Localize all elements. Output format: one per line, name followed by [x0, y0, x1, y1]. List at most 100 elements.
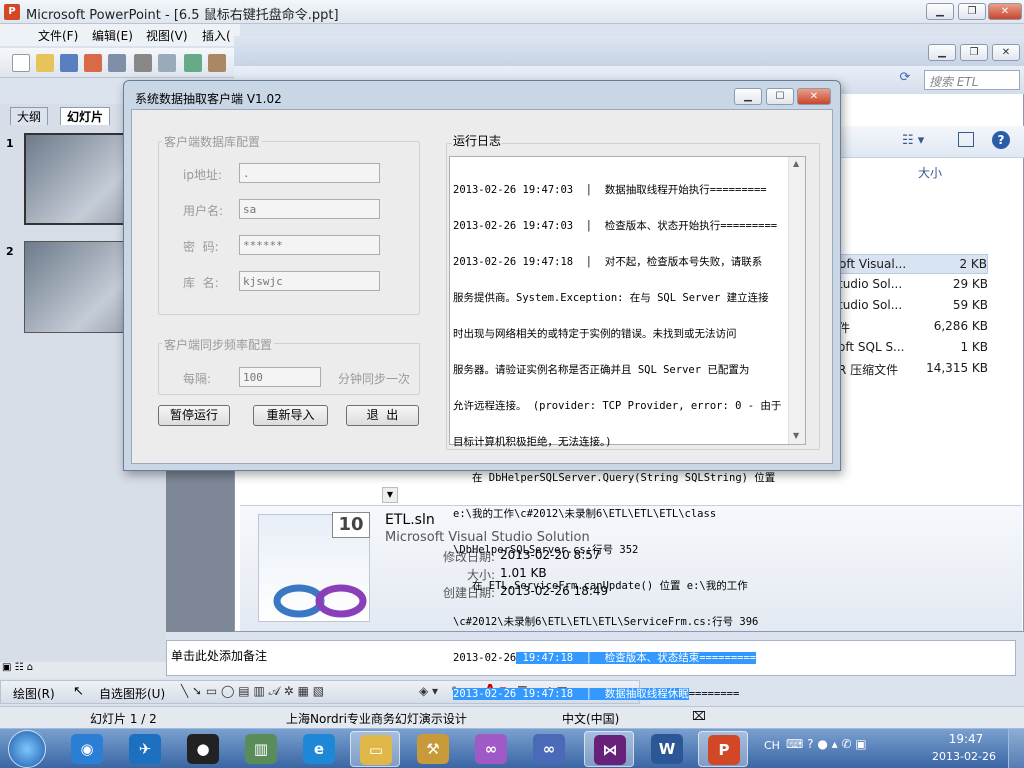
file-row[interactable]: 件 6,286 KB [838, 317, 988, 337]
username-input[interactable]: sa [239, 199, 380, 219]
search-input[interactable]: 搜索 ETL [924, 70, 1020, 90]
menu-insert[interactable]: 插入( [202, 27, 231, 44]
research-icon[interactable] [208, 54, 226, 72]
menu-file[interactable]: 文件(F) [38, 27, 78, 44]
log-line: 2013-02-26 19:47:03 │ 数据抽取线程开始执行========… [453, 184, 767, 196]
restore-button[interactable]: ❐ [958, 3, 986, 20]
ppt-title-bar: P Microsoft PowerPoint - [6.5 鼠标右键托盘命令.p… [0, 0, 1024, 24]
pause-button[interactable]: 暂停运行 [158, 405, 230, 426]
file-size: 14,315 KB [926, 361, 988, 375]
log-content[interactable]: 2013-02-26 19:47:03 │ 数据抽取线程开始执行========… [453, 160, 791, 712]
file-row[interactable]: oft Visual... 2 KB [838, 254, 988, 274]
help-icon[interactable]: ? [992, 131, 1010, 149]
file-name: 件 [838, 321, 851, 335]
folder-icon: ▭ [360, 735, 392, 765]
preview-icon[interactable] [158, 54, 176, 72]
password-input[interactable]: ****** [239, 235, 380, 255]
taskbar-tool[interactable]: ⚒ [408, 731, 458, 767]
log-scrollbar[interactable]: ▲ ▼ [788, 157, 805, 444]
file-row[interactable]: tudio Sol... 59 KB [838, 296, 988, 316]
file-size: 6,286 KB [933, 319, 988, 333]
minimize-button[interactable]: ▁ [926, 3, 954, 20]
column-size-header[interactable]: 大小 [918, 164, 942, 181]
taskbar-feiq[interactable]: ✈ [120, 731, 170, 767]
interval-label: 每隔: [183, 372, 212, 386]
log-line: 目标计算机积极拒绝，无法连接。) [453, 436, 612, 448]
taskbar-vs-solution[interactable]: ∞ [466, 731, 516, 767]
file-row[interactable]: oft SQL S... 1 KB [838, 338, 988, 358]
exit-button[interactable]: 退 出 [346, 405, 419, 426]
taskbar-explorer[interactable]: ▭ [350, 731, 400, 767]
menu-view[interactable]: 视图(V) [146, 27, 188, 44]
explorer-title-bar [234, 36, 1024, 66]
taskbar-ie[interactable]: e [294, 731, 344, 767]
tab-slides[interactable]: 幻灯片 [60, 107, 111, 125]
explorer-minimize-button[interactable]: ▁ [928, 44, 956, 61]
file-row[interactable]: tudio Sol... 29 KB [838, 275, 988, 295]
log-line: 允许远程连接。 (provider: TCP Provider, error: … [453, 400, 782, 412]
log-line: 在 ETL.ServiceFrm.canUpdate() 位置 e:\我的工作 [453, 580, 748, 592]
print-icon[interactable] [134, 54, 152, 72]
spelling-icon[interactable] [184, 54, 202, 72]
show-desktop-button[interactable] [1008, 729, 1024, 768]
view-buttons[interactable]: ▣ ☷ ⌂ [0, 662, 166, 678]
dbname-input[interactable]: kjswjc [239, 271, 380, 291]
email-icon[interactable] [108, 54, 126, 72]
menu-edit[interactable]: 编辑(E) [92, 27, 133, 44]
fill-color-icon[interactable]: ◈ ▾ [419, 684, 438, 698]
tab-outline[interactable]: 大纲 [10, 107, 49, 125]
taskbar-media-player[interactable]: ◉ [62, 731, 112, 767]
ime-indicator[interactable]: CH [764, 739, 780, 752]
dialog-close-button[interactable]: ✕ [797, 88, 831, 105]
ie-icon: e [303, 734, 335, 764]
taskbar-vs-infinity[interactable]: ∞ [524, 731, 574, 767]
close-button[interactable]: ✕ [988, 3, 1022, 20]
taskbar-setup[interactable]: ▥ [236, 731, 286, 767]
draw-menu[interactable]: 绘图(R) [13, 685, 55, 702]
file-size: 59 KB [952, 298, 988, 312]
new-icon[interactable] [12, 54, 30, 72]
infinity-icon: ∞ [533, 734, 565, 764]
interval-input[interactable]: 100 [239, 367, 321, 387]
select-pointer-icon[interactable]: ↖ [73, 684, 84, 699]
media-player-icon: ◉ [71, 734, 103, 764]
file-row[interactable]: R 压缩文件 14,315 KB [838, 359, 988, 379]
file-name: tudio Sol... [838, 298, 903, 312]
preview-pane-icon[interactable] [958, 132, 974, 147]
word-icon: W [651, 734, 683, 764]
file-name: R 压缩文件 [838, 363, 899, 377]
reimport-button[interactable]: 重新导入 [253, 405, 328, 426]
vs-loop-icon: ∞ [475, 734, 507, 764]
permission-icon[interactable] [84, 54, 102, 72]
log-line: 服务器。请验证实例名称是否正确并且 SQL Server 已配置为 [453, 364, 750, 376]
save-icon[interactable] [60, 54, 78, 72]
powerpoint-icon[interactable]: P [4, 4, 20, 20]
open-icon[interactable] [36, 54, 54, 72]
clock-time[interactable]: 19:47 [936, 732, 996, 746]
refresh-icon[interactable]: ⟳ [894, 70, 916, 90]
scroll-down-icon[interactable]: ▼ [382, 487, 398, 503]
clock-date[interactable]: 2013-02-26 [926, 750, 1002, 763]
start-button[interactable] [8, 730, 46, 768]
log-text: 2013-02-26 [453, 652, 517, 664]
taskbar-word[interactable]: W [642, 731, 692, 767]
view-options-icon[interactable]: ☷ ▾ [902, 133, 924, 148]
dialog-maximize-button[interactable]: ☐ [766, 88, 794, 105]
scroll-up-icon[interactable]: ▲ [793, 159, 799, 168]
scroll-down-icon[interactable]: ▼ [793, 431, 799, 440]
taskbar-powerpoint[interactable]: P [698, 731, 748, 767]
dbname-label: 库 名: [183, 276, 219, 290]
status-design: 上海Nordri专业商务幻灯演示设计 [286, 712, 467, 726]
taskbar-visual-studio[interactable]: ⋈ [584, 731, 634, 767]
file-name: oft Visual... [839, 257, 907, 271]
taskbar-qq[interactable]: ● [178, 731, 228, 767]
line-tools-icon[interactable]: ╲ ➘ ▭ ◯ ▤ ▥ 𝒜 ✲ ▦ ▧ [181, 684, 324, 699]
dialog-minimize-button[interactable]: ▁ [734, 88, 762, 105]
ip-input[interactable]: . [239, 163, 380, 183]
log-line: \c#2012\未录制6\ETL\ETL\ETL\ServiceFrm.cs:行… [453, 616, 759, 628]
explorer-close-button[interactable]: ✕ [992, 44, 1020, 61]
autoshapes-menu[interactable]: 自选图形(U) [99, 685, 165, 702]
penguin-icon: ● [187, 734, 219, 764]
explorer-maximize-button[interactable]: ❐ [960, 44, 988, 61]
tray-icons[interactable]: ⌨ ? ● ▴ ✆ ▣ [786, 737, 867, 751]
